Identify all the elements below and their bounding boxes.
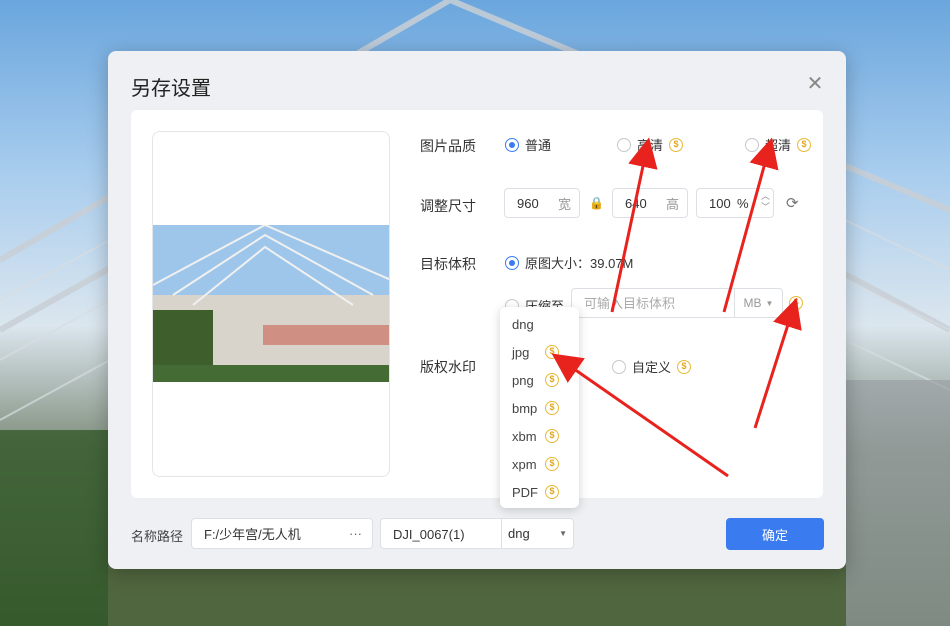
width-value: 960 [517, 195, 539, 211]
width-input[interactable]: 960 宽 [504, 188, 580, 218]
vip-coin-icon: $ [545, 345, 559, 359]
quality-hd-label: 高清 [637, 138, 664, 153]
width-suffix: 宽 [557, 196, 571, 212]
target-size-field[interactable]: MB ▼ [571, 288, 783, 318]
original-size-radio[interactable]: 原图大小：39.07M [505, 253, 633, 272]
lock-icon[interactable]: 🔒 [589, 196, 604, 210]
format-option-label: png [512, 372, 534, 388]
vip-coin-icon: $ [545, 485, 559, 499]
target-size-input[interactable] [572, 289, 732, 317]
radio-dot [745, 137, 759, 152]
format-option-pdf[interactable]: PDF $ [500, 478, 579, 506]
format-option-label: dng [512, 316, 534, 332]
settings-panel: 图片品质 普通 高清 $ 超清 $ 调整尺寸 960 宽 🔒 640 高 100… [131, 110, 823, 498]
percent-suffix: % [737, 195, 749, 211]
save-path-field[interactable]: F:/少年宫/无人机 ··· [191, 518, 373, 549]
format-option-label: jpg [512, 344, 530, 360]
height-input[interactable]: 640 高 [612, 188, 688, 218]
format-option-xbm[interactable]: xbm $ [500, 422, 579, 450]
caret-down-icon: ▼ [559, 529, 567, 538]
radio-dot [617, 137, 631, 152]
close-icon[interactable]: ✕ [806, 74, 824, 94]
format-option-bmp[interactable]: bmp $ [500, 394, 579, 422]
unit-value: MB [743, 296, 762, 310]
vip-coin-icon: $ [545, 457, 559, 471]
percent-input[interactable]: 100 % ︿ ﹀ [696, 188, 774, 218]
original-size-label: 原图大小：39.07M [525, 256, 634, 271]
path-value: F:/少年宫/无人机 [204, 527, 301, 542]
save-as-dialog: 另存设置 ✕ 图片品质 普通 高清 $ 超清 $ 调整尺寸 960 宽 🔒 64… [108, 51, 846, 569]
unit-select[interactable]: MB ▼ [734, 289, 782, 317]
preview-photo [153, 225, 389, 382]
format-option-dng[interactable]: dng [500, 310, 579, 338]
format-dropdown: dng jpg $ png $ bmp $ xbm $ xpm $ PDF $ [500, 307, 579, 508]
quality-normal-radio[interactable]: 普通 [505, 135, 551, 154]
vip-coin-icon: $ [669, 137, 684, 152]
format-value: dng [508, 526, 530, 541]
path-label: 名称路径 [131, 529, 184, 544]
quality-hd-radio[interactable]: 高清 $ [617, 135, 684, 154]
browse-more-button[interactable]: ··· [349, 526, 362, 541]
resize-label: 调整尺寸 [420, 198, 476, 214]
height-value: 640 [625, 195, 647, 211]
radio-dot [612, 359, 626, 374]
radio-dot [505, 255, 519, 270]
format-option-label: xbm [512, 428, 537, 444]
watermark-custom-radio[interactable]: 自定义 $ [612, 357, 692, 376]
refresh-icon[interactable]: ⟳ [786, 194, 799, 212]
vip-coin-icon: $ [789, 296, 803, 310]
file-name-field[interactable]: DJI_0067(1) dng ▼ [380, 518, 574, 549]
vip-coin-icon: $ [677, 359, 692, 374]
quality-normal-label: 普通 [525, 138, 552, 153]
format-option-png[interactable]: png $ [500, 366, 579, 394]
format-option-label: xpm [512, 456, 537, 472]
quality-label: 图片品质 [420, 138, 476, 154]
file-name-value: DJI_0067(1) [393, 527, 465, 542]
quality-uhd-radio[interactable]: 超清 $ [745, 135, 812, 154]
vip-coin-icon: $ [545, 373, 559, 387]
target-size-label: 目标体积 [420, 256, 476, 272]
height-suffix: 高 [665, 196, 679, 212]
vip-coin-icon: $ [545, 401, 559, 415]
format-option-jpg[interactable]: jpg $ [500, 338, 579, 366]
format-select[interactable]: dng ▼ [501, 519, 575, 548]
caret-down-icon: ▼ [765, 298, 774, 308]
vip-coin-icon: $ [797, 137, 812, 152]
confirm-button[interactable]: 确定 [726, 518, 824, 550]
format-option-label: bmp [512, 400, 538, 416]
percent-value: 100 [709, 195, 731, 211]
dialog-title: 另存设置 [131, 78, 211, 100]
format-option-xpm[interactable]: xpm $ [500, 450, 579, 478]
watermark-label: 版权水印 [420, 359, 476, 375]
vip-coin-icon: $ [545, 429, 559, 443]
radio-dot [505, 137, 519, 152]
format-option-label: PDF [512, 484, 538, 500]
image-preview [152, 131, 390, 477]
quality-uhd-label: 超清 [765, 138, 792, 153]
percent-stepper[interactable]: ︿ ﹀ [761, 191, 770, 213]
watermark-custom-label: 自定义 [632, 360, 672, 375]
